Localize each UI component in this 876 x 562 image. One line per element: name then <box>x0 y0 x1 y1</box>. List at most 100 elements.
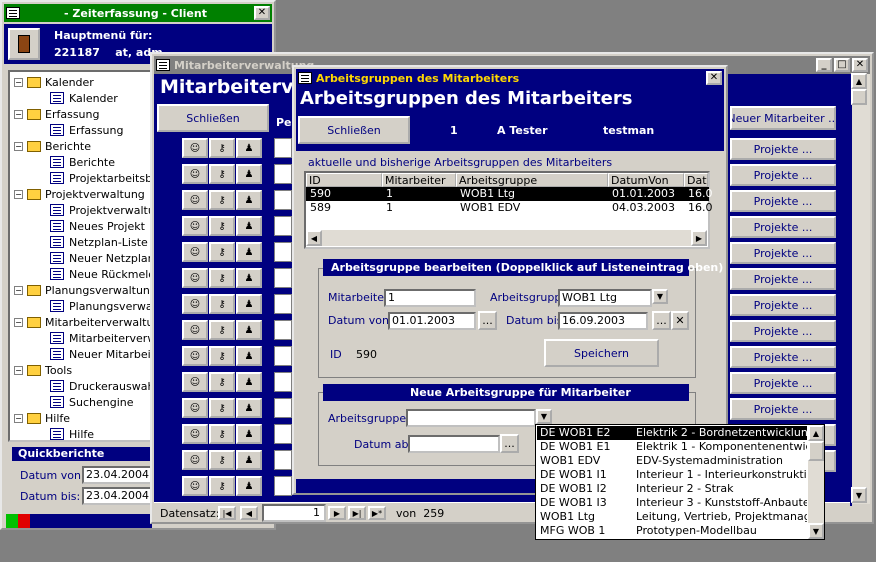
tree-item[interactable]: Mitarbeiterverwal <box>50 330 150 346</box>
face-icon[interactable]: ☺ <box>182 372 208 392</box>
staff-name-field[interactable] <box>274 476 292 496</box>
list-header-date-from[interactable]: DatumVon <box>608 173 684 187</box>
key-icon[interactable]: ⚷ <box>209 242 235 262</box>
face-icon[interactable]: ☺ <box>182 424 208 444</box>
first-record-icon[interactable]: |◀ <box>218 506 236 520</box>
table-row[interactable]: 589 1 WOB1 EDV 04.03.2003 16.0 <box>306 201 713 215</box>
dropdown-option[interactable]: DE WOB1 I1 Interieur 1 - Interieurkonstru… <box>537 468 807 482</box>
person-icon[interactable]: ♟ <box>236 242 262 262</box>
key-icon[interactable]: ⚷ <box>209 268 235 288</box>
tree-folder[interactable]: − Erfassung <box>14 106 99 122</box>
key-icon[interactable]: ⚷ <box>209 320 235 340</box>
tree-folder[interactable]: − Projektverwaltung <box>14 186 145 202</box>
projects-button[interactable]: Projekte ... <box>730 372 836 394</box>
date-to-field[interactable]: 16.09.2003 <box>558 312 648 330</box>
staff-name-field[interactable] <box>274 138 292 158</box>
scroll-up-icon[interactable]: ▲ <box>851 73 867 89</box>
person-icon[interactable]: ♟ <box>236 372 262 392</box>
tree-item[interactable]: Kalender <box>50 90 118 106</box>
list-scroll-right-icon[interactable]: ▶ <box>691 230 707 246</box>
dropdown-scroll-up-icon[interactable]: ▲ <box>808 425 824 441</box>
face-icon[interactable]: ☺ <box>182 242 208 262</box>
face-icon[interactable]: ☺ <box>182 346 208 366</box>
projects-button[interactable]: Projekte ... <box>730 138 836 160</box>
tree-folder[interactable]: − Mitarbeiterverwaltung <box>14 314 150 330</box>
tree-folder[interactable]: − Planungsverwaltung <box>14 282 150 298</box>
table-row[interactable]: 590 1 WOB1 Ltg 01.01.2003 16.0 <box>306 187 713 201</box>
collapse-icon[interactable]: − <box>14 413 23 423</box>
group-select[interactable]: WOB1 Ltg <box>558 289 652 307</box>
save-button[interactable]: Speichern <box>544 339 659 367</box>
tree-item[interactable]: Netzplan-Liste <box>50 234 148 250</box>
employee-field[interactable]: 1 <box>384 289 476 307</box>
staff-name-field[interactable] <box>274 320 292 340</box>
tree-item[interactable]: Planungsverwaltu <box>50 298 150 314</box>
new-record-icon[interactable]: ▶* <box>368 506 386 520</box>
projects-button[interactable]: Projekte ... <box>730 190 836 212</box>
projects-button[interactable]: Projekte ... <box>730 216 836 238</box>
key-icon[interactable]: ⚷ <box>209 398 235 418</box>
tree-item[interactable]: Hilfe <box>50 426 94 440</box>
date-from-field[interactable]: 01.01.2003 <box>388 312 476 330</box>
tree-item[interactable]: Neues Projekt <box>50 218 145 234</box>
date-from-picker-button[interactable]: ... <box>478 311 497 330</box>
collapse-icon[interactable]: − <box>14 77 23 87</box>
person-icon[interactable]: ♟ <box>236 164 262 184</box>
tree-item[interactable]: Projektarbeitsber <box>50 170 150 186</box>
person-icon[interactable]: ♟ <box>236 138 262 158</box>
person-icon[interactable]: ♟ <box>236 268 262 288</box>
tree-item[interactable]: Neue Rückmeldu <box>50 266 150 282</box>
tree-item[interactable]: Neuer Mitarbeiter <box>50 346 150 362</box>
dropdown-option[interactable]: WOB1 Ltg Leitung, Vertrieb, Projektmanage… <box>537 510 807 524</box>
face-icon[interactable]: ☺ <box>182 450 208 470</box>
staff-name-field[interactable] <box>274 242 292 262</box>
tree-item[interactable]: Suchengine <box>50 394 134 410</box>
minimize-icon[interactable]: _ <box>816 58 832 72</box>
date-to-picker-button[interactable]: ... <box>652 311 671 330</box>
dropdown-scroll-thumb[interactable] <box>808 441 824 461</box>
projects-button[interactable]: Projekte ... <box>730 268 836 290</box>
dropdown-option[interactable]: DE WOB1 E2 Elektrik 2 - Bordnetzentwicklu… <box>537 426 807 440</box>
collapse-icon[interactable]: − <box>14 189 23 199</box>
tree-folder[interactable]: − Hilfe <box>14 410 70 426</box>
staff-close-button[interactable]: Schließen <box>157 104 269 132</box>
face-icon[interactable]: ☺ <box>182 268 208 288</box>
projects-button[interactable]: Projekte ... <box>730 320 836 342</box>
staff-name-field[interactable] <box>274 294 292 314</box>
staff-name-field[interactable] <box>274 216 292 236</box>
list-header-employee[interactable]: Mitarbeiter <box>382 173 456 187</box>
last-record-icon[interactable]: ▶| <box>348 506 366 520</box>
new-group-dropdown-icon[interactable]: ▼ <box>536 409 552 424</box>
person-icon[interactable]: ♟ <box>236 450 262 470</box>
tree-folder[interactable]: − Tools <box>14 362 72 378</box>
date-from-field[interactable]: 23.04.2004 <box>82 466 152 484</box>
staff-name-field[interactable] <box>274 398 292 418</box>
face-icon[interactable]: ☺ <box>182 138 208 158</box>
key-icon[interactable]: ⚷ <box>209 424 235 444</box>
main-window-titlebar[interactable]: - Zeiterfassung - Client ✕ <box>4 4 272 22</box>
close-icon[interactable]: ✕ <box>706 71 722 85</box>
group-dropdown-icon[interactable]: ▼ <box>652 289 668 304</box>
person-icon[interactable]: ♟ <box>236 424 262 444</box>
tree-item[interactable]: Neuer Netzplan <box>50 250 150 266</box>
key-icon[interactable]: ⚷ <box>209 216 235 236</box>
face-icon[interactable]: ☺ <box>182 294 208 314</box>
staff-name-field[interactable] <box>274 346 292 366</box>
face-icon[interactable]: ☺ <box>182 216 208 236</box>
collapse-icon[interactable]: − <box>14 317 23 327</box>
person-icon[interactable]: ♟ <box>236 216 262 236</box>
tree-folder[interactable]: − Berichte <box>14 138 91 154</box>
projects-button[interactable]: Projekte ... <box>730 164 836 186</box>
dropdown-scroll-down-icon[interactable]: ▼ <box>808 523 824 539</box>
person-icon[interactable]: ♟ <box>236 476 262 496</box>
date-start-picker-button[interactable]: ... <box>500 434 519 453</box>
new-employee-button[interactable]: Neuer Mitarbeiter ... <box>730 106 836 130</box>
close-icon[interactable]: ✕ <box>852 58 868 72</box>
projects-button[interactable]: Projekte ... <box>730 398 836 420</box>
collapse-icon[interactable]: − <box>14 285 23 295</box>
exit-button[interactable] <box>8 28 40 60</box>
key-icon[interactable]: ⚷ <box>209 476 235 496</box>
tree-item[interactable]: Erfassung <box>50 122 123 138</box>
scroll-down-icon[interactable]: ▼ <box>851 487 867 503</box>
key-icon[interactable]: ⚷ <box>209 372 235 392</box>
